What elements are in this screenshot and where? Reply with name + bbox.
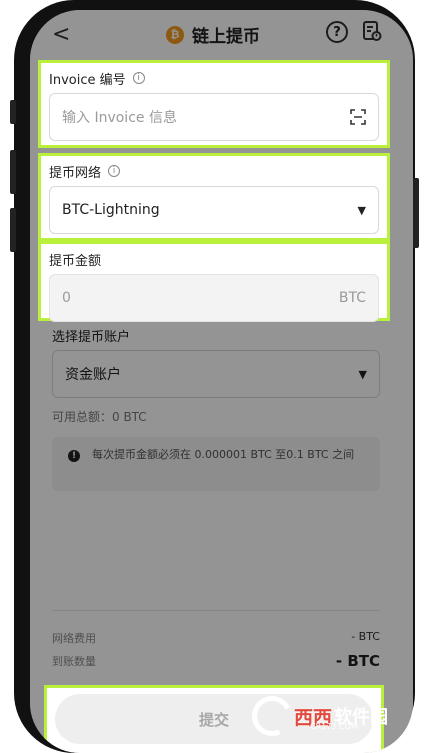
fee-value: - BTC	[351, 630, 380, 643]
side-button-left-2	[10, 150, 16, 194]
amount-label-row: 提币金额	[49, 250, 379, 269]
amount-input[interactable]: 0 BTC	[49, 274, 379, 322]
amount-value: 0	[62, 290, 71, 306]
caret-down-icon: ▼	[357, 203, 366, 217]
amount-unit: BTC	[338, 290, 366, 306]
watermark: 西西 软件园 CR173.COM	[246, 690, 388, 742]
side-button-right	[413, 178, 419, 248]
submit-label: 提交	[198, 710, 229, 729]
network-label-row: 提币网络 i	[49, 162, 379, 181]
fee-row: 网络费用 - BTC	[52, 630, 380, 646]
receive-value: - BTC	[335, 652, 380, 670]
network-select[interactable]: BTC-Lightning ▼	[49, 186, 379, 234]
receive-label: 到账数量	[52, 655, 96, 668]
invoice-input[interactable]: 输入 Invoice 信息	[49, 93, 379, 141]
watermark-sub: CR173.COM	[310, 722, 358, 731]
amount-section: 提币金额 0 BTC	[38, 241, 390, 322]
divider	[52, 610, 380, 611]
header: < ₿ 链上提币 ?	[30, 10, 413, 58]
info-icon[interactable]: i	[132, 72, 145, 84]
invoice-label-row: Invoice 编号 i	[49, 69, 379, 88]
amount-label: 提币金额	[49, 253, 102, 269]
watermark-logo-icon	[246, 690, 298, 742]
fee-label: 网络费用	[52, 632, 96, 645]
help-icon[interactable]: ?	[326, 21, 348, 43]
side-button-left-1	[10, 100, 16, 124]
invoice-section: Invoice 编号 i 输入 Invoice 信息	[38, 60, 390, 148]
invoice-label: Invoice 编号	[49, 72, 126, 88]
network-label: 提币网络	[49, 165, 102, 181]
available-balance: 可用总额：0 BTC	[52, 410, 147, 424]
network-section: 提币网络 i BTC-Lightning ▼	[38, 153, 390, 241]
limit-notice: ! 每次提币金额必须在 0.000001 BTC 至0.1 BTC 之间	[52, 437, 380, 491]
invoice-placeholder: 输入 Invoice 信息	[62, 110, 177, 126]
account-label: 选择提币账户	[52, 329, 131, 345]
btc-coin-icon: ₿	[166, 25, 184, 44]
title-wrap: ₿ 链上提币	[166, 22, 260, 47]
notice-icon: !	[68, 450, 80, 462]
scan-icon[interactable]	[350, 109, 366, 125]
account-section: 选择提币账户 资金账户 ▼ 可用总额：0 BTC	[52, 326, 380, 425]
account-value: 资金账户	[65, 367, 121, 383]
side-button-left-3	[10, 208, 16, 252]
page-title: 链上提币	[192, 27, 260, 47]
account-select[interactable]: 资金账户 ▼	[52, 350, 380, 398]
info-icon[interactable]: i	[108, 165, 121, 177]
receive-row: 到账数量 - BTC	[52, 652, 380, 670]
notice-text: 每次提币金额必须在 0.000001 BTC 至0.1 BTC 之间	[92, 448, 355, 461]
network-value: BTC-Lightning	[62, 202, 160, 218]
record-icon[interactable]	[362, 20, 382, 42]
app-screen: < ₿ 链上提币 ? Invoice 编号 i 输入 Invoice 信息 提币…	[30, 10, 413, 753]
caret-down-icon: ▼	[358, 367, 367, 381]
back-icon[interactable]: <	[52, 22, 70, 47]
